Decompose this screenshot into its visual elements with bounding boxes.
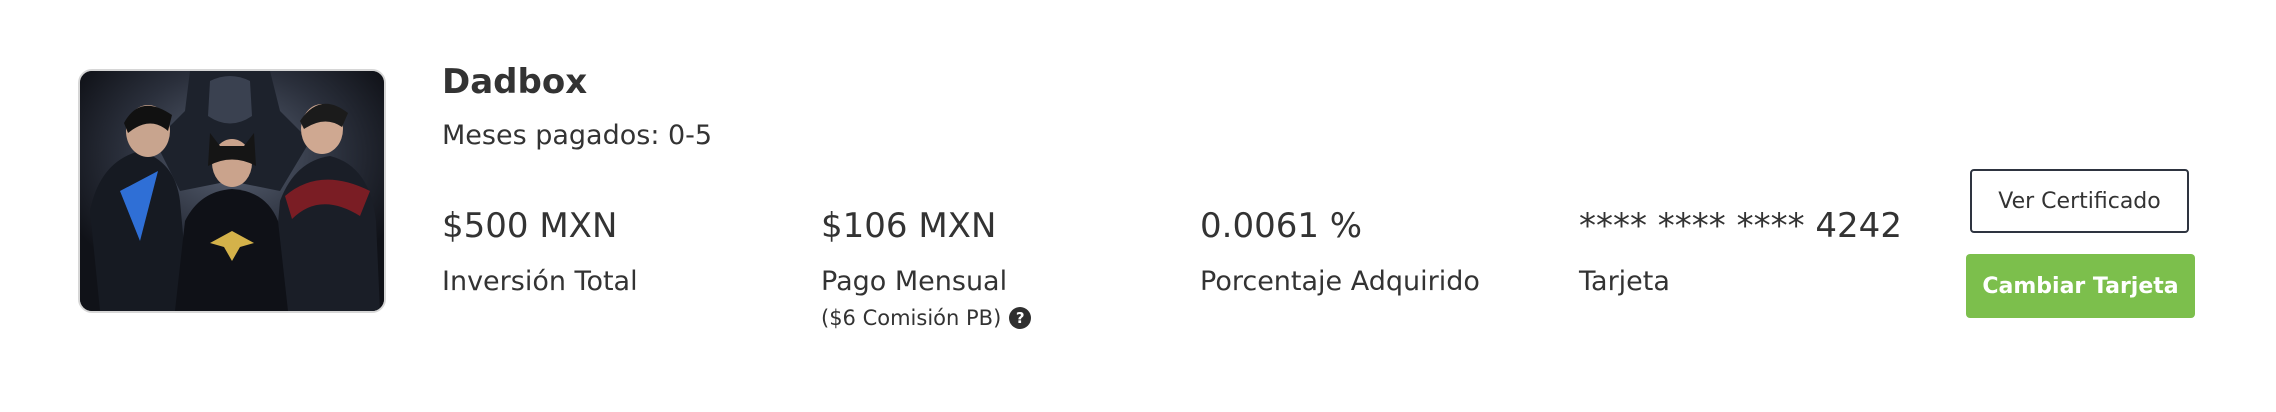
commission-note: ($6 Comisión PB) ?: [821, 306, 1032, 330]
product-title: Dadbox: [442, 62, 588, 102]
acquired-percentage-label: Porcentaje Adquirido: [1200, 266, 1480, 297]
acquired-percentage-value: 0.0061 %: [1200, 206, 1363, 246]
monthly-payment-value: $106 MXN: [821, 206, 997, 246]
investment-card: Dadbox Meses pagados: 0-5 $500 MXN Inver…: [0, 0, 2276, 412]
view-certificate-button[interactable]: Ver Certificado: [1970, 169, 2189, 233]
total-investment-value: $500 MXN: [442, 206, 618, 246]
months-paid-text: Meses pagados: 0-5: [442, 120, 713, 151]
card-label: Tarjeta: [1579, 266, 1670, 297]
commission-text: ($6 Comisión PB): [821, 306, 1002, 330]
total-investment-label: Inversión Total: [442, 266, 638, 297]
monthly-payment-label: Pago Mensual: [821, 266, 1008, 297]
card-number-value: **** **** **** 4242: [1579, 206, 1902, 246]
question-circle-icon[interactable]: ?: [1009, 307, 1032, 329]
product-artwork: [80, 71, 384, 311]
product-thumbnail: [78, 69, 386, 313]
change-card-button[interactable]: Cambiar Tarjeta: [1966, 254, 2195, 318]
